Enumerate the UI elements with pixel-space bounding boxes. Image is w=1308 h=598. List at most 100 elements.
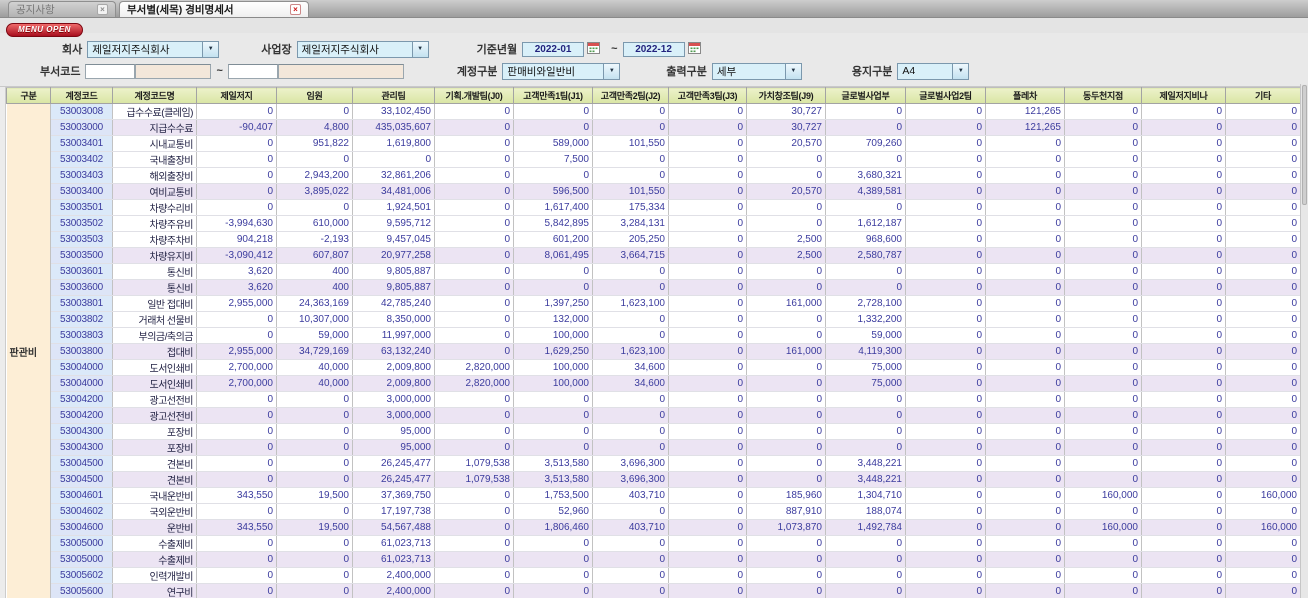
- cell-value[interactable]: 0: [668, 391, 747, 408]
- cell-value[interactable]: 0: [1141, 247, 1226, 264]
- cell-value[interactable]: 0: [905, 295, 986, 312]
- cell-value[interactable]: 435,035,607: [352, 119, 435, 136]
- cell-value[interactable]: 160,000: [1225, 487, 1301, 504]
- column-header-10[interactable]: 가치창조팀(J9): [746, 87, 826, 104]
- cell-value[interactable]: 0: [905, 215, 986, 232]
- cell-value[interactable]: 0: [434, 199, 514, 216]
- cell-value[interactable]: 0: [1225, 423, 1301, 440]
- cell-value[interactable]: 0: [905, 247, 986, 264]
- cell-value[interactable]: 1,079,538: [434, 455, 514, 472]
- cell-value[interactable]: 0: [434, 583, 514, 598]
- cell-value[interactable]: 0: [276, 551, 353, 568]
- cell-account-name[interactable]: 통신비: [112, 279, 197, 296]
- cell-value[interactable]: 0: [905, 583, 986, 598]
- cell-value[interactable]: 2,820,000: [434, 375, 514, 392]
- cell-account-code[interactable]: 53004500: [50, 471, 113, 488]
- cell-value[interactable]: 0: [668, 439, 747, 456]
- cell-value[interactable]: 0: [985, 359, 1065, 376]
- cell-account-name[interactable]: 국내운반비: [112, 487, 197, 504]
- cell-value[interactable]: 0: [434, 327, 514, 344]
- cell-value[interactable]: 0: [592, 279, 669, 296]
- cell-value[interactable]: 2,400,000: [352, 567, 435, 584]
- cell-value[interactable]: 0: [1141, 135, 1226, 152]
- cell-value[interactable]: 0: [196, 183, 277, 200]
- cell-value[interactable]: 0: [513, 391, 593, 408]
- cell-value[interactable]: 0: [905, 535, 986, 552]
- cell-value[interactable]: 160,000: [1064, 519, 1142, 536]
- table-row[interactable]: 53003802 거래처 선물비 0 10,307,000 8,350,000 0 132,…: [7, 311, 1301, 328]
- close-icon[interactable]: ×: [97, 4, 108, 15]
- cell-value[interactable]: 0: [668, 135, 747, 152]
- close-icon[interactable]: ×: [290, 4, 301, 15]
- cell-value[interactable]: 8,350,000: [352, 311, 435, 328]
- cell-account-name[interactable]: 시내교통비: [112, 135, 197, 152]
- cell-account-code[interactable]: 53004600: [50, 519, 113, 536]
- cell-value[interactable]: 0: [746, 327, 826, 344]
- cell-value[interactable]: 2,955,000: [196, 343, 277, 360]
- cell-value[interactable]: 0: [668, 535, 747, 552]
- cell-account-code[interactable]: 53003000: [50, 119, 113, 136]
- chevron-down-icon[interactable]: ▼: [411, 41, 428, 57]
- cell-value[interactable]: 0: [1225, 135, 1301, 152]
- cell-value[interactable]: 3,000,000: [352, 407, 435, 424]
- cell-value[interactable]: 0: [905, 439, 986, 456]
- cell-value[interactable]: 0: [825, 263, 906, 280]
- cell-value[interactable]: 0: [985, 423, 1065, 440]
- cell-value[interactable]: 968,600: [825, 231, 906, 248]
- cell-value[interactable]: -3,090,412: [196, 247, 277, 264]
- cell-value[interactable]: 0: [1141, 519, 1226, 536]
- cell-value[interactable]: 100,000: [513, 359, 593, 376]
- table-row[interactable]: 53004000 도서인쇄비 2,700,000 40,000 2,009,800 2,8…: [7, 359, 1301, 376]
- cell-value[interactable]: 0: [905, 135, 986, 152]
- cell-value[interactable]: 30,727: [746, 119, 826, 136]
- cell-value[interactable]: 0: [668, 359, 747, 376]
- cell-value[interactable]: 0: [985, 279, 1065, 296]
- column-header-7[interactable]: 고객만족1팀(J1): [513, 87, 593, 104]
- cell-value[interactable]: 0: [825, 199, 906, 216]
- cell-account-name[interactable]: 일반 접대비: [112, 295, 197, 312]
- cell-account-code[interactable]: 53004601: [50, 487, 113, 504]
- cell-value[interactable]: 0: [905, 327, 986, 344]
- cell-value[interactable]: 75,000: [825, 375, 906, 392]
- cell-value[interactable]: 2,009,800: [352, 375, 435, 392]
- cell-value[interactable]: 0: [985, 407, 1065, 424]
- cell-value[interactable]: 1,806,460: [513, 519, 593, 536]
- cell-value[interactable]: 0: [1225, 343, 1301, 360]
- column-header-8[interactable]: 고객만족2팀(J2): [592, 87, 669, 104]
- cell-value[interactable]: 0: [434, 407, 514, 424]
- cell-value[interactable]: 1,332,200: [825, 311, 906, 328]
- cell-account-code[interactable]: 53004500: [50, 455, 113, 472]
- cell-value[interactable]: 0: [985, 167, 1065, 184]
- cell-value[interactable]: 0: [985, 567, 1065, 584]
- cell-value[interactable]: 0: [1064, 103, 1142, 120]
- cell-value[interactable]: 1,623,100: [592, 343, 669, 360]
- cell-value[interactable]: 0: [1141, 199, 1226, 216]
- cell-value[interactable]: 132,000: [513, 311, 593, 328]
- cell-account-name[interactable]: 포장비: [112, 423, 197, 440]
- cell-value[interactable]: 0: [592, 263, 669, 280]
- cell-value[interactable]: 3,513,580: [513, 471, 593, 488]
- cell-value[interactable]: 607,807: [276, 247, 353, 264]
- cell-value[interactable]: 54,567,488: [352, 519, 435, 536]
- cell-value[interactable]: 40,000: [276, 375, 353, 392]
- cell-value[interactable]: 0: [276, 471, 353, 488]
- cell-value[interactable]: 0: [1141, 503, 1226, 520]
- cell-value[interactable]: 0: [276, 391, 353, 408]
- cell-value[interactable]: 0: [276, 455, 353, 472]
- cell-value[interactable]: 0: [1141, 343, 1226, 360]
- table-row[interactable]: 판관비 53003008 급수수료(클레임) 0 0 33,102,450 0 0 0 0 30,7…: [6, 103, 1301, 598]
- cell-value[interactable]: 0: [513, 423, 593, 440]
- cell-value[interactable]: 0: [1225, 231, 1301, 248]
- dept-code-from-input[interactable]: [85, 63, 136, 79]
- cell-value[interactable]: 0: [746, 391, 826, 408]
- cell-value[interactable]: 2,700,000: [196, 359, 277, 376]
- tab-expense-report[interactable]: 부서별(세목) 경비명세서 ×: [119, 1, 309, 17]
- cell-value[interactable]: 0: [668, 567, 747, 584]
- cell-value[interactable]: 0: [1064, 535, 1142, 552]
- cell-value[interactable]: 0: [434, 295, 514, 312]
- cell-value[interactable]: 0: [1064, 375, 1142, 392]
- cell-value[interactable]: 0: [434, 343, 514, 360]
- cell-value[interactable]: 3,696,300: [592, 471, 669, 488]
- cell-value[interactable]: 0: [434, 311, 514, 328]
- cell-value[interactable]: 0: [746, 311, 826, 328]
